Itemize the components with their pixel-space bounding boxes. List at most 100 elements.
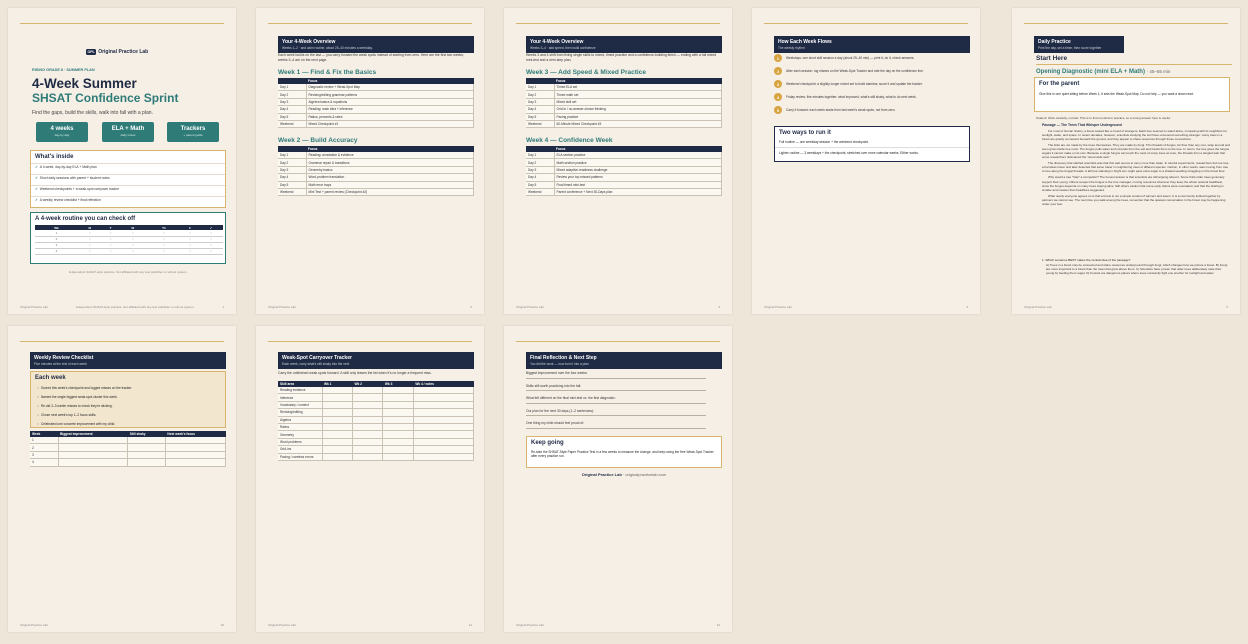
- diagnostic-time: · 45–55 min: [1146, 69, 1171, 74]
- tracker-cell[interactable]: [413, 386, 475, 395]
- write-in-cell[interactable]: [127, 458, 166, 467]
- review-item[interactable]: □ Chose next week's top 1–2 focus skills.: [31, 411, 225, 420]
- write-in-cell[interactable]: [58, 451, 129, 460]
- tracker-cell[interactable]: [322, 401, 353, 410]
- tracker-cell[interactable]: [352, 430, 384, 439]
- write-in-cell[interactable]: [58, 436, 129, 445]
- tracker-cell[interactable]: [382, 430, 414, 439]
- tracker-cell[interactable]: [352, 386, 384, 395]
- write-in-cell[interactable]: [165, 451, 227, 460]
- tracker-cell[interactable]: [382, 408, 414, 417]
- reflection-prompt[interactable]: Biggest improvement over the four weeks:: [526, 371, 706, 379]
- write-in-cell[interactable]: [165, 436, 227, 445]
- tracker-cell[interactable]: [322, 423, 353, 432]
- reflection-prompt[interactable]: Skills still worth practicing into the f…: [526, 384, 706, 391]
- write-in-cell[interactable]: [58, 458, 129, 467]
- tracker-cell[interactable]: [413, 416, 475, 425]
- tracker-cell[interactable]: [413, 423, 475, 432]
- table-row: Day 3 Mixed skill set: [526, 98, 722, 107]
- day-cell: Day 5: [278, 113, 307, 122]
- write-in-cell[interactable]: [127, 436, 166, 445]
- tracker-cell[interactable]: [352, 408, 384, 417]
- routine-week: 4: [35, 248, 78, 255]
- tracker-cell[interactable]: [352, 416, 384, 425]
- tracker-cell[interactable]: [352, 453, 384, 462]
- tracker-cell[interactable]: [322, 416, 353, 425]
- tracker-cell[interactable]: [413, 408, 475, 417]
- two-ways-box: Two ways to run it Full routine — one we…: [774, 126, 970, 162]
- parent-text: Give this in one quiet sitting before We…: [1039, 92, 1194, 96]
- tracker-cell[interactable]: [382, 423, 414, 432]
- tracker-cell[interactable]: [413, 393, 475, 402]
- tracker-cell[interactable]: [413, 438, 475, 447]
- page-footer: Original Practice Lab 4: [764, 305, 968, 309]
- review-item-text: Named the single biggest weak-spot clust…: [40, 394, 118, 399]
- skill-cell: Geometry: [278, 430, 323, 439]
- routine-checkbox[interactable]: ○: [101, 248, 120, 255]
- routine-checkbox[interactable]: ○: [119, 248, 147, 255]
- routine-checkbox[interactable]: ○: [77, 248, 102, 255]
- table-row: Day 5 Math error traps: [278, 181, 474, 190]
- page-overview-2: Your 4-Week Overview Weeks 3–4 · add spee…: [504, 8, 732, 314]
- tracker-cell[interactable]: [382, 453, 414, 462]
- week4-title: Week 4 — Confidence Week: [526, 137, 613, 144]
- tracker-cell[interactable]: [322, 453, 353, 462]
- tracker-cell[interactable]: [322, 393, 353, 402]
- day-cell: Day 1: [278, 151, 307, 160]
- tracker-cell[interactable]: [413, 453, 475, 462]
- tracker-cell[interactable]: [382, 393, 414, 402]
- write-in-cell[interactable]: [58, 443, 129, 452]
- reflection-prompt[interactable]: What felt different on the final mini-te…: [526, 396, 706, 404]
- page-number: 11: [468, 623, 472, 627]
- tracker-cell[interactable]: [352, 445, 384, 454]
- table-row: Day 4 Reading: main idea + inference: [278, 105, 474, 114]
- tracker-cell[interactable]: [382, 386, 414, 395]
- review-item-text: Re-did 2–3 earlier misses to check they'…: [40, 403, 113, 408]
- footer-brand: Original Practice Lab: [516, 305, 544, 309]
- tracker-cell[interactable]: [322, 408, 353, 417]
- day-cell: Day 1: [278, 83, 307, 92]
- inside-item: ✓ Short daily sessions with parent + stud…: [31, 174, 225, 185]
- tracker-cell[interactable]: [413, 430, 475, 439]
- tracker-cell[interactable]: [413, 401, 475, 410]
- review-item[interactable]: □ Named the single biggest weak-spot clus…: [31, 393, 225, 402]
- tracker-cell[interactable]: [382, 438, 414, 447]
- routine-checkbox[interactable]: ○: [181, 248, 199, 255]
- focus-cell: Grammar repair & transitions: [306, 158, 474, 167]
- write-in-cell[interactable]: [127, 443, 166, 452]
- table-row: Day 2 Grammar repair & transitions: [278, 158, 474, 167]
- tracker-cell[interactable]: [413, 445, 475, 454]
- tracker-cell[interactable]: [352, 423, 384, 432]
- day-cell: Day 3: [526, 166, 555, 175]
- review-item[interactable]: □ Re-did 2–3 earlier misses to check they…: [31, 402, 225, 411]
- routine-checkbox[interactable]: ○: [146, 248, 182, 255]
- pill-sub: + parent guide: [183, 133, 203, 137]
- table-row: Reading evidence: [278, 386, 475, 395]
- tracker-cell[interactable]: [352, 401, 384, 410]
- cover-subtitle: SHSAT Confidence Sprint: [32, 91, 179, 105]
- day-cell: Day 4: [278, 105, 307, 114]
- tracker-cell[interactable]: [322, 438, 353, 447]
- checkbox-icon: □: [37, 403, 39, 408]
- tracker-cell[interactable]: [322, 386, 353, 395]
- tracker-cell[interactable]: [382, 401, 414, 410]
- table-row: Weekend Mixed Checkpoint #1: [278, 120, 474, 129]
- tracker-cell[interactable]: [352, 438, 384, 447]
- focus-cell: Ratios, percents & rates: [306, 113, 474, 122]
- write-in-cell[interactable]: [165, 443, 227, 452]
- table-row: Weekend Parent conference + Next 30-Days …: [526, 188, 722, 197]
- write-in-cell[interactable]: [127, 451, 166, 460]
- tracker-cell[interactable]: [322, 430, 353, 439]
- review-item[interactable]: □ Celebrated one concrete improvement wit…: [31, 420, 225, 429]
- reflection-prompt[interactable]: One thing my child should feel proud of:: [526, 421, 706, 429]
- review-item[interactable]: □ Scored this week's checkpoint and logge…: [31, 384, 225, 393]
- write-in-cell[interactable]: [165, 458, 227, 467]
- tracker-cell[interactable]: [322, 445, 353, 454]
- routine-checkbox[interactable]: ○: [198, 248, 223, 255]
- tracker-cell[interactable]: [382, 445, 414, 454]
- tracker-cell[interactable]: [382, 416, 414, 425]
- skill-cell: Inference: [278, 393, 323, 402]
- footer-brand: Original Practice Lab: [20, 305, 48, 309]
- tracker-cell[interactable]: [352, 393, 384, 402]
- reflection-prompt[interactable]: Our plan for the next 30 days (1–2 sente…: [526, 409, 706, 416]
